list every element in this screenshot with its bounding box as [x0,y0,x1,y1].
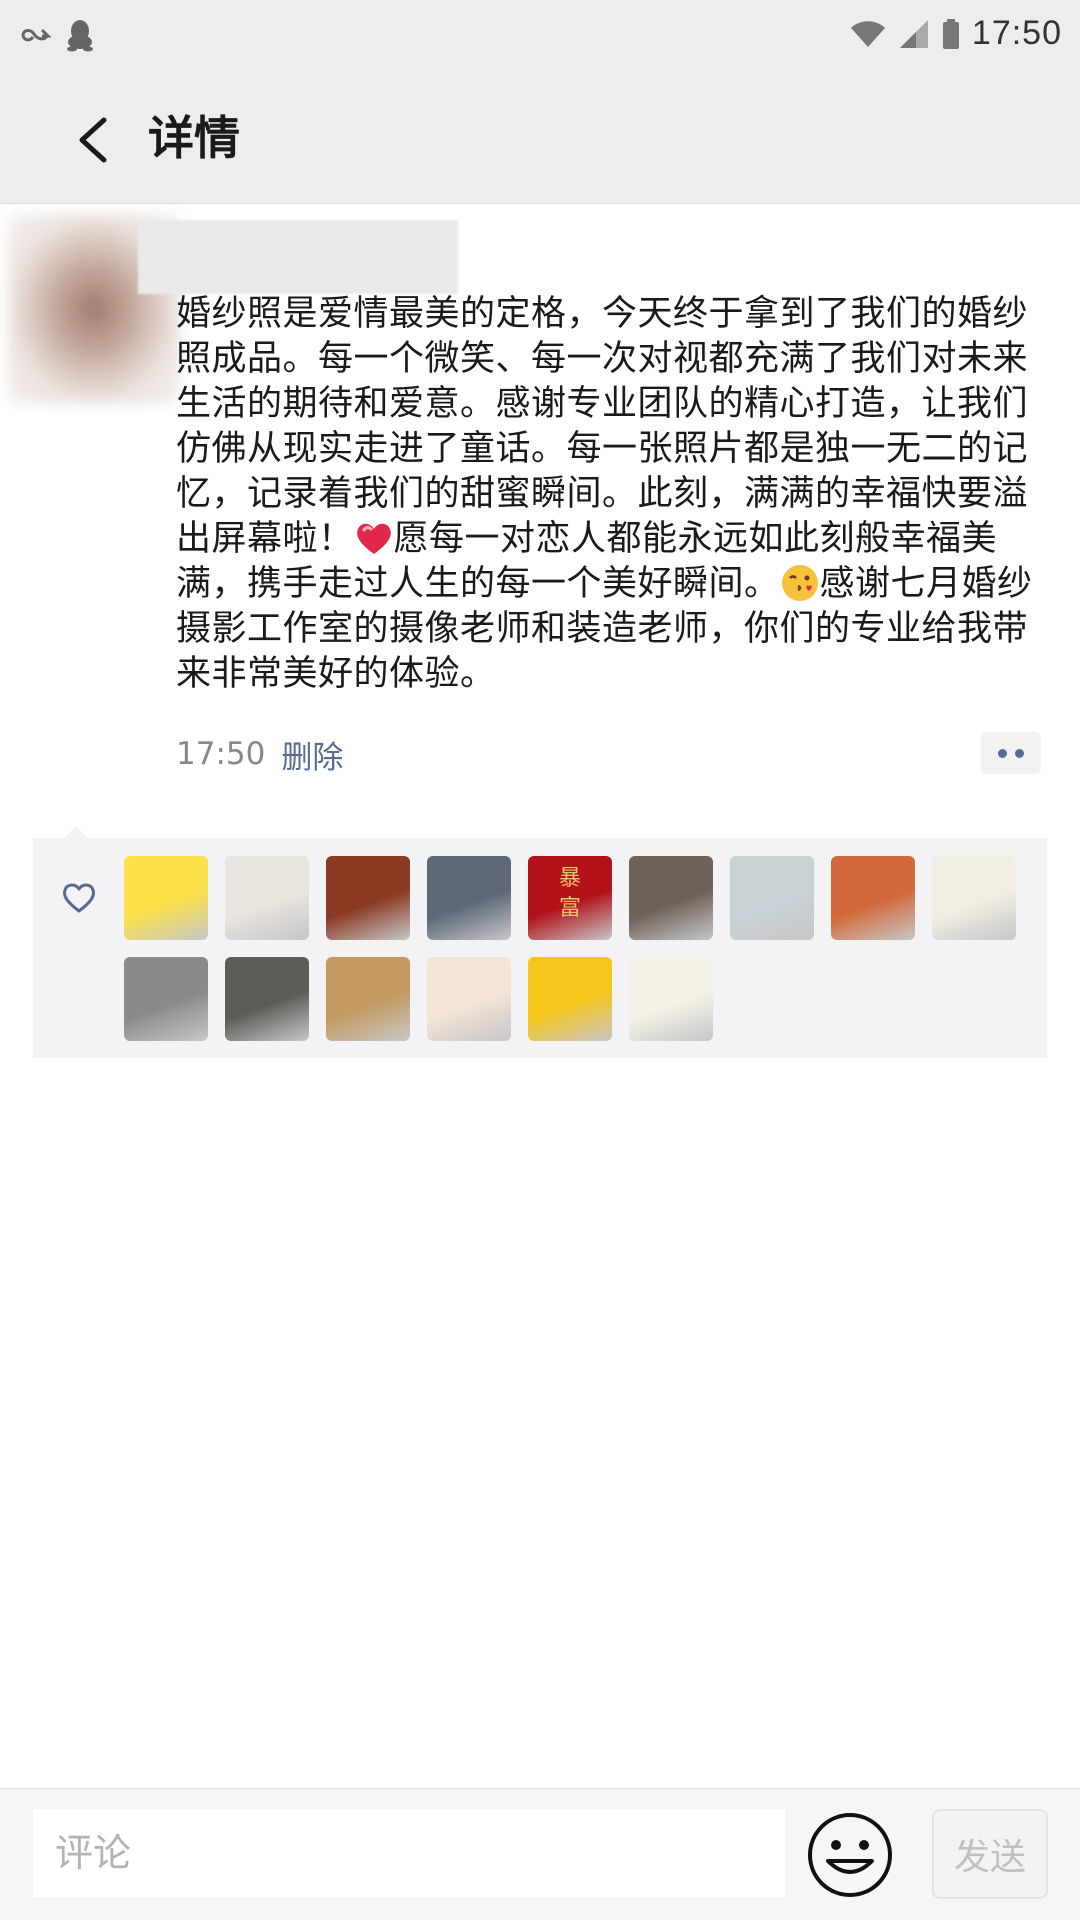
post-time: 17:50 [176,736,266,772]
page-title: 详情 [148,111,240,165]
post-text: 婚纱照是爱情最美的定格，今天终于拿到了我们的婚纱照成品。每一个微笑、每一次对视都… [176,292,1046,697]
white-dog-avatar[interactable] [225,856,309,940]
heart-emoji [356,523,391,554]
battery-icon [942,18,959,49]
chevron-left-icon [79,117,107,163]
smiley-face-icon [808,1813,892,1897]
send-button[interactable]: 发送 [932,1809,1048,1899]
dot-icon [1015,748,1024,758]
more-actions-button[interactable] [981,732,1041,774]
outdoor-court-avatar[interactable] [427,856,511,940]
wifi-icon [850,20,885,47]
cellular-signal-icon [899,19,928,48]
status-bar: 17:50 [0,0,1080,72]
old-photo-man-avatar[interactable] [225,957,309,1041]
cat-avatar[interactable] [326,957,410,1041]
back-button[interactable] [64,106,128,170]
dot-icon [998,748,1007,758]
heart-outline-icon [63,883,95,913]
post-meta: 17:50 删除 [176,732,343,776]
penguin-avatar[interactable] [629,957,713,1041]
otter-avatar[interactable] [124,957,208,1041]
link-icon [21,28,52,42]
sitting-man-avatar[interactable] [629,856,713,940]
delete-button[interactable]: 删除 [281,732,343,777]
poster-name[interactable] [138,220,458,294]
title-bar: 详情 [0,72,1080,204]
status-time: 17:50 [971,14,1062,52]
kiss-face-emoji [781,565,818,601]
comment-input[interactable] [33,1809,785,1897]
anime-girl-orange-avatar[interactable] [831,856,915,940]
red-text-avatar[interactable]: 暴 富 [528,856,612,940]
comment-bar: 发送 [0,1788,1080,1920]
avatar-text: 暴 富 [558,866,581,921]
delivery-helmet-avatar[interactable] [528,957,612,1041]
emoji-button[interactable] [806,1811,894,1899]
anime-girl-teal-avatar[interactable] [730,856,814,940]
chibi-girl-avatar[interactable] [427,957,511,1041]
pikachu-avatar[interactable] [124,856,208,940]
sketch-bunny-avatar[interactable] [932,856,1016,940]
muscle-man-avatar[interactable] [326,856,410,940]
qq-icon [67,20,93,52]
